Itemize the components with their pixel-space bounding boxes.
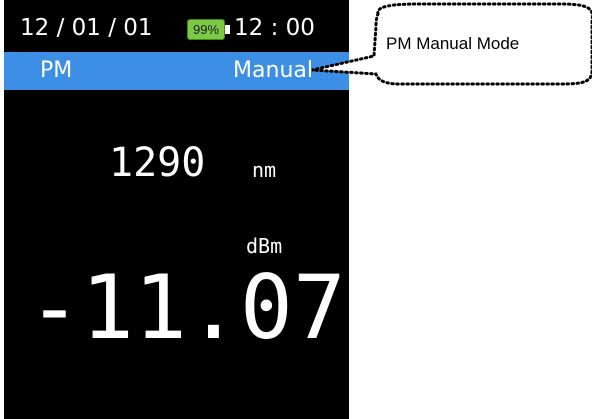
status-time: 12 : 00 — [234, 15, 315, 41]
mode-bar: PM Manual — [4, 52, 349, 90]
power-unit: dBm — [246, 234, 283, 258]
battery-level: 99% — [192, 22, 220, 37]
callout-text: PM Manual Mode — [386, 34, 520, 53]
status-date: 12 / 01 / 01 — [20, 15, 153, 41]
wavelength-value: 1290 — [109, 140, 206, 186]
status-bar: 12 / 01 / 01 99% 12 : 00 — [4, 0, 349, 52]
device-screen: 12 / 01 / 01 99% 12 : 00 PM Manual 1290 … — [4, 0, 349, 419]
power-reading: -11.07 — [28, 256, 346, 359]
mode-label: Manual — [233, 58, 313, 83]
wavelength-unit: nm — [252, 158, 277, 182]
battery-indicator: 99% — [187, 19, 230, 40]
function-label: PM — [40, 58, 73, 83]
battery-tip — [225, 25, 230, 34]
